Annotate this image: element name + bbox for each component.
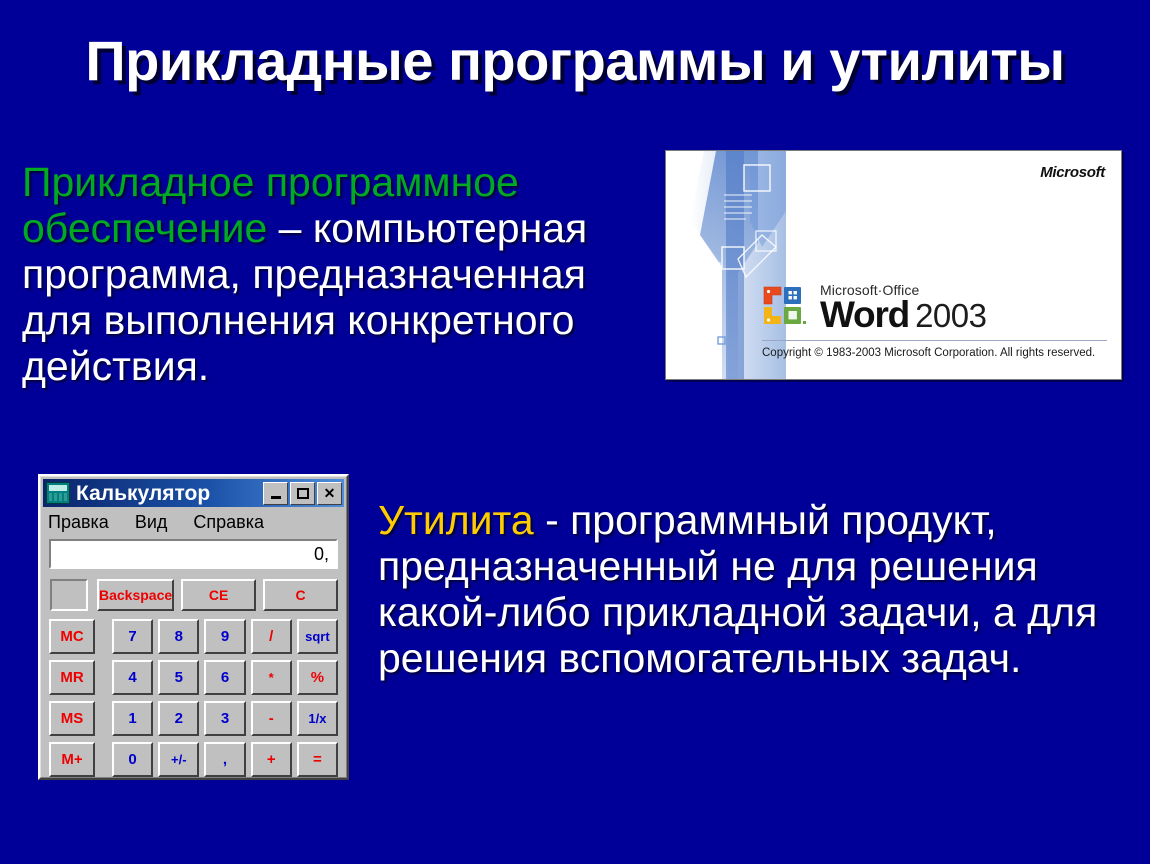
clear-button[interactable]: C [263, 579, 339, 611]
keypad-gutter [100, 660, 107, 695]
product-version: 2003 [915, 297, 987, 334]
digit-4-button[interactable]: 4 [112, 660, 154, 695]
splash-decorative-artwork [666, 151, 786, 379]
digit-7-button[interactable]: 7 [112, 619, 154, 654]
sign-toggle-button[interactable]: +/- [158, 742, 200, 777]
digit-8-button[interactable]: 8 [158, 619, 200, 654]
keypad-gutter [100, 742, 107, 777]
digit-2-button[interactable]: 2 [158, 701, 200, 736]
office-logo-icon [762, 284, 810, 329]
page-title: Прикладные программы и утилиты [85, 29, 1065, 92]
copyright-notice: Copyright © 1983-2003 Microsoft Corporat… [762, 347, 1096, 359]
office-word-logo-block: Microsoft·Office Word 2003 [762, 282, 987, 335]
calculator-window: Калькулятор ✕ Правка Вид Справка 0, Back… [38, 474, 349, 780]
memory-recall-button[interactable]: MR [49, 660, 95, 695]
calculator-top-row: Backspace CE C [97, 579, 339, 611]
digit-5-button[interactable]: 5 [158, 660, 200, 695]
splash-divider [762, 340, 1107, 341]
word-2003-splash-screen: Microsoft Microsoft·Office Word 2003 Cop… [665, 150, 1122, 380]
slide-root: Прикладные программы и утилиты Прикладно… [0, 0, 1150, 864]
subtract-button[interactable]: - [250, 701, 292, 736]
divide-button[interactable]: / [250, 619, 292, 654]
menu-item-help[interactable]: Справка [193, 512, 264, 533]
minimize-button[interactable] [263, 481, 288, 505]
microsoft-wordmark: Microsoft [1040, 164, 1105, 181]
digit-0-button[interactable]: 0 [112, 742, 154, 777]
digit-6-button[interactable]: 6 [204, 660, 246, 695]
memory-clear-button[interactable]: MC [49, 619, 95, 654]
backspace-button[interactable]: Backspace [97, 579, 175, 611]
percent-button[interactable]: % [296, 660, 338, 695]
memory-add-button[interactable]: M+ [49, 742, 95, 777]
keypad-gutter [100, 701, 107, 736]
definition-application-software: Прикладное программное обеспечение – ком… [22, 159, 662, 390]
equals-button[interactable]: = [296, 742, 338, 777]
calculator-title-bar[interactable]: Калькулятор ✕ [43, 479, 344, 507]
memory-indicator [50, 579, 88, 611]
window-title: Калькулятор [76, 481, 211, 505]
window-controls: ✕ [263, 481, 342, 505]
memory-store-button[interactable]: MS [49, 701, 95, 736]
menu-item-view[interactable]: Вид [135, 512, 168, 533]
clear-entry-button[interactable]: CE [181, 579, 257, 611]
add-button[interactable]: + [250, 742, 292, 777]
digit-3-button[interactable]: 3 [204, 701, 246, 736]
calculator-display: 0, [49, 539, 338, 569]
keypad-gutter [100, 619, 107, 654]
calculator-icon [46, 482, 70, 504]
maximize-button[interactable] [290, 481, 315, 505]
definition-utility: Утилита - программный продукт, предназна… [378, 497, 1138, 682]
calculator-menu-bar: Правка Вид Справка [48, 512, 264, 533]
close-button[interactable]: ✕ [317, 481, 342, 505]
decimal-separator-button[interactable]: , [204, 742, 246, 777]
product-name: Word [820, 294, 910, 335]
digit-9-button[interactable]: 9 [204, 619, 246, 654]
digit-1-button[interactable]: 1 [112, 701, 154, 736]
calculator-keypad: MC 7 8 9 / sqrt MR 4 5 6 * % MS 1 2 3 - … [49, 619, 338, 777]
sqrt-button[interactable]: sqrt [296, 619, 338, 654]
multiply-button[interactable]: * [250, 660, 292, 695]
term-utility: Утилита [378, 497, 534, 543]
reciprocal-button[interactable]: 1/x [296, 701, 338, 736]
menu-item-edit[interactable]: Правка [48, 512, 109, 533]
